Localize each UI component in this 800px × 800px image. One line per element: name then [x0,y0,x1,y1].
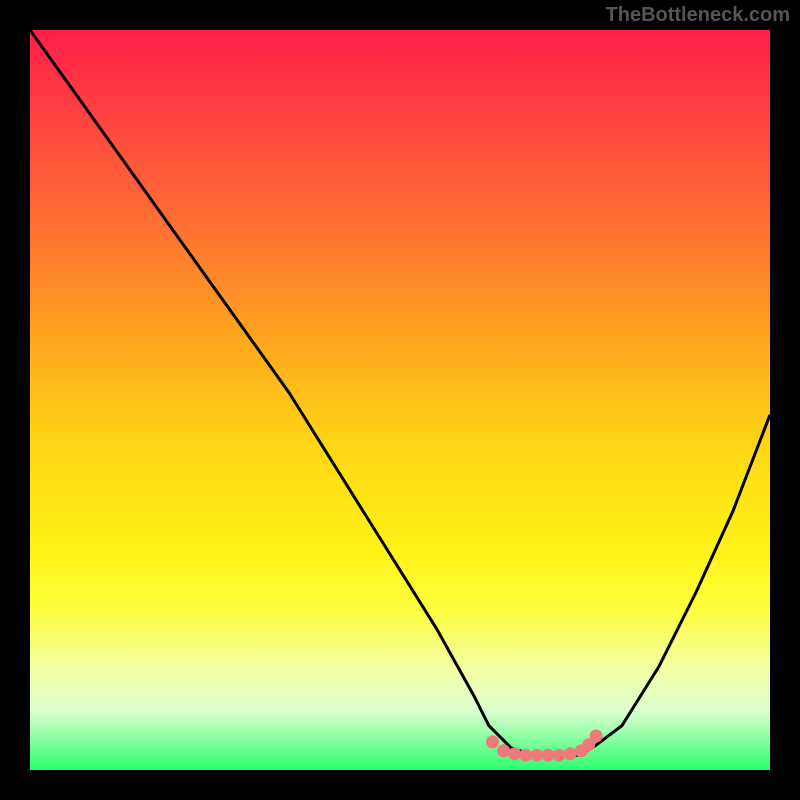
cluster-dot [564,747,577,760]
watermark-text: TheBottleneck.com [606,4,790,27]
dot-cluster [486,730,603,762]
cluster-dot [542,749,555,762]
cluster-dot [519,749,532,762]
dot-cluster-layer [30,30,770,770]
cluster-dot [497,744,510,757]
cluster-dot [553,749,566,762]
cluster-dot [508,747,521,760]
cluster-dot [590,730,603,743]
cluster-dot [486,735,499,748]
chart-frame: TheBottleneck.com [0,0,800,800]
cluster-dot [530,749,543,762]
plot-area [30,30,770,770]
